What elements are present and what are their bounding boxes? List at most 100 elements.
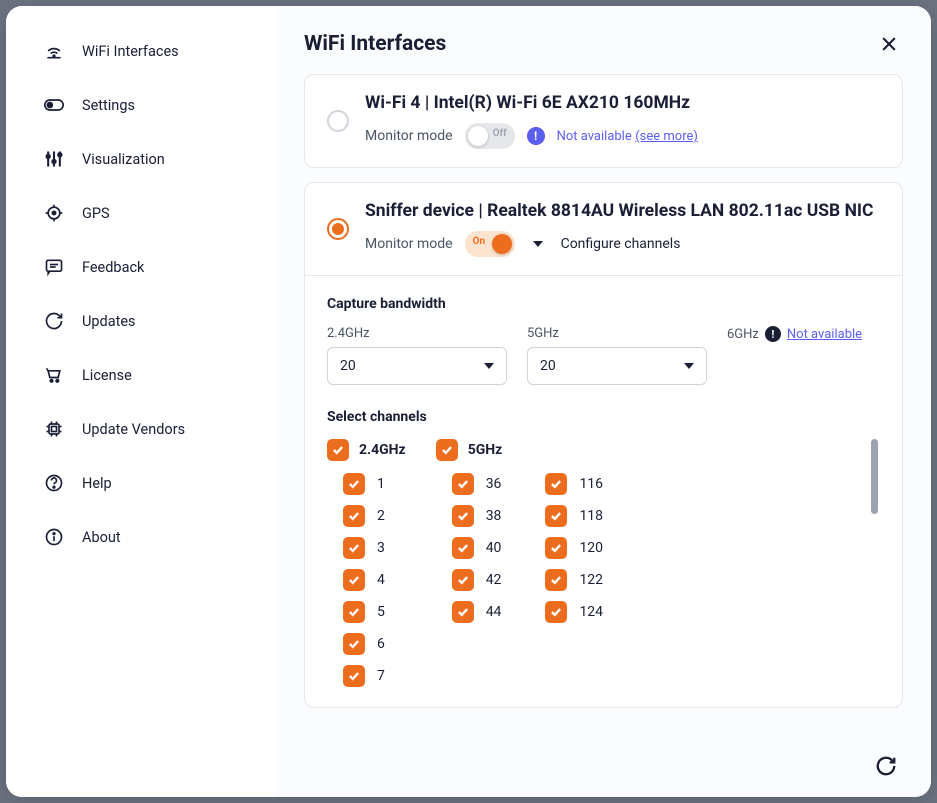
sidebar-item-label: About xyxy=(82,529,121,546)
capture-bandwidth-title: Capture bandwidth xyxy=(327,296,880,312)
select-channels-title: Select channels xyxy=(327,409,880,425)
bandwidth-label: 5GHz xyxy=(527,326,707,341)
channel-checkbox[interactable] xyxy=(343,601,365,623)
sidebar-item-updates[interactable]: Updates xyxy=(6,296,276,346)
wifi-icon xyxy=(44,41,64,61)
sidebar-item-feedback[interactable]: Feedback xyxy=(6,242,276,292)
interface-title: Wi-Fi 4 | Intel(R) Wi-Fi 6E AX210 160MHz xyxy=(365,93,698,113)
channel-item: 122 xyxy=(545,569,603,591)
sidebar-item-visualization[interactable]: Visualization xyxy=(6,134,276,184)
channel-checkbox[interactable] xyxy=(545,537,567,559)
channel-label: 3 xyxy=(377,540,385,556)
channel-item: 44 xyxy=(452,601,502,623)
channel-label: 124 xyxy=(579,604,603,620)
bandwidth-select-5ghz[interactable]: 20 xyxy=(527,347,707,385)
channel-label: 2 xyxy=(377,508,385,524)
channel-item: 1 xyxy=(343,473,406,495)
sidebar-item-label: Update Vendors xyxy=(82,421,185,438)
close-button[interactable] xyxy=(875,30,903,58)
chevron-down-icon[interactable] xyxy=(533,241,543,247)
channel-label: 7 xyxy=(377,668,385,684)
sidebar-item-gps[interactable]: GPS xyxy=(6,188,276,238)
sidebar-item-label: License xyxy=(82,367,132,384)
channel-checkbox[interactable] xyxy=(343,633,365,655)
channel-checkbox[interactable] xyxy=(545,601,567,623)
chip-icon xyxy=(44,419,64,439)
interface-card: Wi-Fi 4 | Intel(R) Wi-Fi 6E AX210 160MHz… xyxy=(304,74,903,168)
sidebar-item-license[interactable]: License xyxy=(6,350,276,400)
monitor-mode-label: Monitor mode xyxy=(365,236,453,252)
page-title: WiFi Interfaces xyxy=(304,32,446,56)
channel-checkbox[interactable] xyxy=(343,473,365,495)
monitor-mode-toggle[interactable]: Off xyxy=(465,123,515,149)
channel-checkbox[interactable] xyxy=(545,473,567,495)
sidebar-item-label: Feedback xyxy=(82,259,144,276)
channel-checkbox[interactable] xyxy=(343,569,365,591)
channel-checkbox[interactable] xyxy=(452,601,474,623)
sidebar-item-update-vendors[interactable]: Update Vendors xyxy=(6,404,276,454)
interface-card-header: Sniffer device | Realtek 8814AU Wireless… xyxy=(305,183,902,275)
warning-badge-icon: ! xyxy=(765,326,781,342)
sidebar-item-settings[interactable]: Settings xyxy=(6,80,276,130)
sidebar-item-wifi-interfaces[interactable]: WiFi Interfaces xyxy=(6,26,276,76)
channel-checkbox[interactable] xyxy=(452,569,474,591)
sidebar-item-help[interactable]: Help xyxy=(6,458,276,508)
channel-item: 124 xyxy=(545,601,603,623)
band-label: 5GHz xyxy=(468,442,503,458)
interface-config-body: Capture bandwidth 2.4GHz 20 5GHz xyxy=(305,275,902,707)
channel-label: 122 xyxy=(579,572,603,588)
channel-checkbox[interactable] xyxy=(545,505,567,527)
see-more-link[interactable]: (see more) xyxy=(635,129,698,144)
channel-item: 2 xyxy=(343,505,406,527)
channel-checkbox[interactable] xyxy=(343,665,365,687)
channel-item: 38 xyxy=(452,505,502,527)
band-checkbox-5[interactable] xyxy=(436,439,458,461)
panel-footer xyxy=(276,735,931,797)
configure-channels-link[interactable]: Configure channels xyxy=(561,236,681,252)
channel-checkbox[interactable] xyxy=(545,569,567,591)
monitor-mode-label: Monitor mode xyxy=(365,128,453,144)
bandwidth-label: 2.4GHz xyxy=(327,326,507,341)
interface-card-selected: Sniffer device | Realtek 8814AU Wireless… xyxy=(304,182,903,708)
sidebar-item-label: Settings xyxy=(82,97,135,114)
band-label: 2.4GHz xyxy=(359,442,406,458)
channel-item: 7 xyxy=(343,665,406,687)
channel-checkbox[interactable] xyxy=(343,537,365,559)
channel-checkbox[interactable] xyxy=(452,505,474,527)
channel-label: 36 xyxy=(486,476,502,492)
refresh-button[interactable] xyxy=(869,749,903,783)
channel-label: 116 xyxy=(579,476,603,492)
channel-label: 44 xyxy=(486,604,502,620)
channel-label: 4 xyxy=(377,572,385,588)
help-icon xyxy=(44,473,64,493)
channel-checkbox[interactable] xyxy=(452,537,474,559)
interface-radio[interactable] xyxy=(327,218,349,240)
target-icon xyxy=(44,203,64,223)
channel-label: 1 xyxy=(377,476,385,492)
channel-label: 5 xyxy=(377,604,385,620)
app-window: WiFi Interfaces Settings Visualization G… xyxy=(6,6,931,797)
channel-item: 36 xyxy=(452,473,502,495)
channel-checkbox[interactable] xyxy=(452,473,474,495)
channel-checkbox[interactable] xyxy=(343,505,365,527)
bandwidth-select-24ghz[interactable]: 20 xyxy=(327,347,507,385)
not-available-link[interactable]: Not available xyxy=(787,327,862,342)
interface-radio[interactable] xyxy=(327,110,349,132)
monitor-mode-toggle[interactable]: On xyxy=(465,231,515,257)
not-available-text: Not available xyxy=(557,129,632,144)
channels-area: 2.4GHz 1234567 5GHz 3638404244 1161 xyxy=(327,439,880,687)
sliders-icon xyxy=(44,149,64,169)
sidebar-item-label: WiFi Interfaces xyxy=(82,43,179,60)
channel-item: 3 xyxy=(343,537,406,559)
scrollbar[interactable] xyxy=(871,439,878,514)
bandwidth-label-6ghz: 6GHz xyxy=(727,327,759,342)
panel-header: WiFi Interfaces xyxy=(276,6,931,74)
sidebar-item-about[interactable]: About xyxy=(6,512,276,562)
refresh-icon xyxy=(44,311,64,331)
channel-item: 6 xyxy=(343,633,406,655)
band-checkbox-24[interactable] xyxy=(327,439,349,461)
sidebar-item-label: Help xyxy=(82,475,112,492)
chevron-down-icon xyxy=(684,363,694,369)
channel-label: 40 xyxy=(486,540,502,556)
sidebar-item-label: Updates xyxy=(82,313,136,330)
